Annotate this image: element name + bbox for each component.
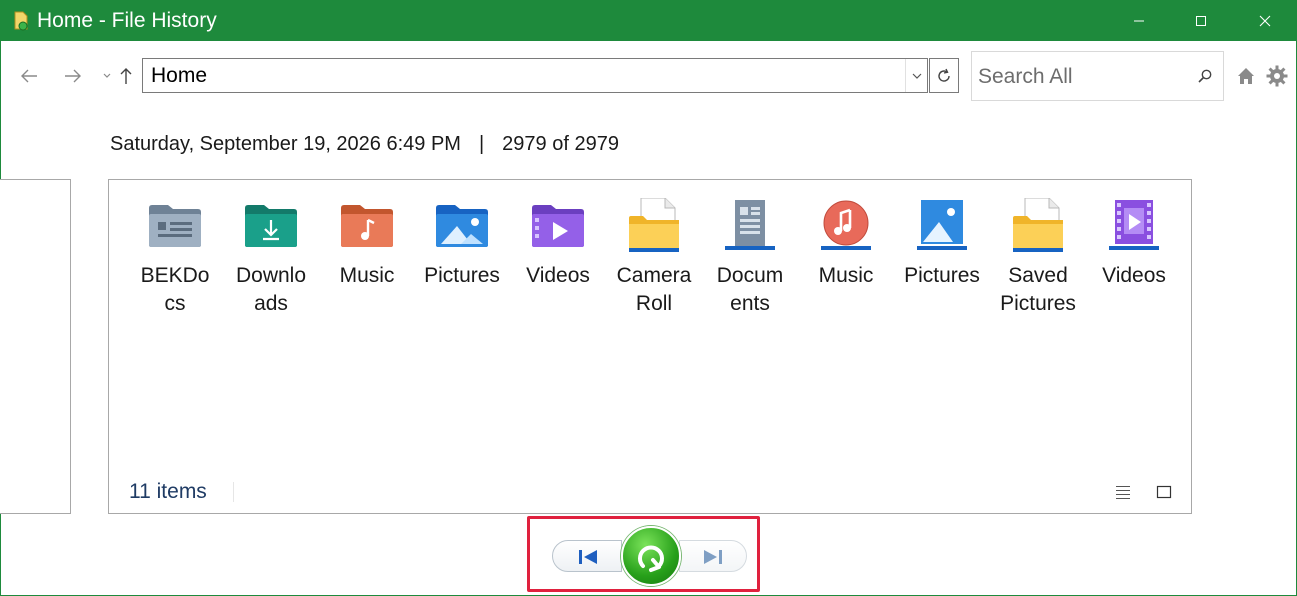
refresh-icon xyxy=(938,68,950,82)
previous-version-button[interactable] xyxy=(552,540,622,572)
folder-item[interactable]: BEKDocs xyxy=(131,196,219,318)
file-history-window: Home - File History Home Search All Satu… xyxy=(0,0,1297,596)
folder-downloads-icon xyxy=(241,196,301,256)
folder-label: Music xyxy=(818,264,874,287)
folder-label: Documents xyxy=(716,264,784,315)
status-divider xyxy=(233,482,234,502)
backup-position: 2979 of 2979 xyxy=(502,133,619,155)
back-button[interactable] xyxy=(15,61,43,91)
address-bar[interactable]: Home xyxy=(142,58,928,93)
folder-label: Pictures xyxy=(424,264,500,287)
info-separator: | xyxy=(478,133,485,155)
previous-version-pane[interactable] xyxy=(0,179,71,514)
chevron-down-icon xyxy=(912,73,921,79)
search-icon xyxy=(1197,68,1213,89)
music-library-icon xyxy=(816,196,876,256)
folder-yellow-icon xyxy=(624,196,684,256)
folder-label: Saved Pictures xyxy=(1000,264,1076,315)
restore-icon xyxy=(638,545,664,572)
next-version-button[interactable] xyxy=(679,540,747,572)
arrow-left-icon xyxy=(21,69,37,83)
settings-button[interactable] xyxy=(1265,64,1289,88)
arrow-right-icon xyxy=(65,69,81,83)
folder-item[interactable]: Music xyxy=(802,196,890,290)
folder-item[interactable]: Videos xyxy=(1090,196,1178,290)
title-bar: Home - File History xyxy=(1,1,1297,41)
folder-label: Videos xyxy=(1102,264,1166,287)
chevron-down-icon xyxy=(103,73,111,78)
content-pane: BEKDocs Downloads Music Pictures Videos … xyxy=(108,179,1192,514)
home-button[interactable] xyxy=(1234,64,1258,88)
folder-item[interactable]: Videos xyxy=(514,196,602,290)
documents-library-icon xyxy=(720,196,780,256)
item-count: 11 items xyxy=(129,480,207,503)
skip-previous-icon xyxy=(579,550,597,564)
forward-button[interactable] xyxy=(59,61,87,91)
backup-info-line: Saturday, September 19, 2026 6:49 PM | 297… xyxy=(110,133,619,156)
address-dropdown-button[interactable] xyxy=(905,59,927,92)
folder-label: Music xyxy=(339,264,395,287)
search-box[interactable]: Search All xyxy=(971,51,1224,101)
skip-next-icon xyxy=(704,550,722,564)
folder-yellow-icon xyxy=(1008,196,1068,256)
window-title: Home - File History xyxy=(37,9,217,32)
minimize-button[interactable] xyxy=(1111,1,1167,41)
refresh-button[interactable] xyxy=(929,58,959,93)
home-icon xyxy=(1238,68,1254,84)
folder-item[interactable]: Pictures xyxy=(898,196,986,290)
folder-item[interactable]: Camera Roll xyxy=(610,196,698,318)
folder-label: Videos xyxy=(526,264,590,287)
folder-docs-icon xyxy=(145,196,205,256)
folder-item[interactable]: Pictures xyxy=(418,196,506,290)
folder-label: Pictures xyxy=(904,264,980,287)
gear-icon xyxy=(1266,65,1288,87)
arrow-up-icon xyxy=(120,68,132,84)
pictures-library-icon xyxy=(912,196,972,256)
file-history-app-icon xyxy=(13,11,29,31)
folder-label: Downloads xyxy=(235,264,307,315)
folder-item[interactable]: Music xyxy=(323,196,411,290)
folder-music-icon xyxy=(337,196,397,256)
folder-videos-icon xyxy=(528,196,588,256)
folder-label: BEKDocs xyxy=(140,264,210,315)
address-text: Home xyxy=(151,64,208,87)
up-button[interactable] xyxy=(113,61,139,91)
close-button[interactable] xyxy=(1237,1,1293,41)
folder-item[interactable]: Documents xyxy=(706,196,794,318)
details-view-button[interactable] xyxy=(1114,483,1132,501)
folder-label: Camera Roll xyxy=(616,264,692,315)
restore-button[interactable] xyxy=(621,526,681,586)
videos-library-icon xyxy=(1104,196,1164,256)
folder-item[interactable]: Saved Pictures xyxy=(994,196,1082,318)
details-view-icon xyxy=(1116,486,1130,499)
maximize-button[interactable] xyxy=(1173,1,1229,41)
large-icons-view-button[interactable] xyxy=(1155,483,1173,501)
search-placeholder: Search All xyxy=(978,65,1073,88)
folder-pictures-icon xyxy=(432,196,492,256)
large-icons-view-icon xyxy=(1156,485,1172,499)
backup-date: Saturday, September 19, 2026 6:49 PM xyxy=(110,133,461,155)
folder-item[interactable]: Downloads xyxy=(227,196,315,318)
